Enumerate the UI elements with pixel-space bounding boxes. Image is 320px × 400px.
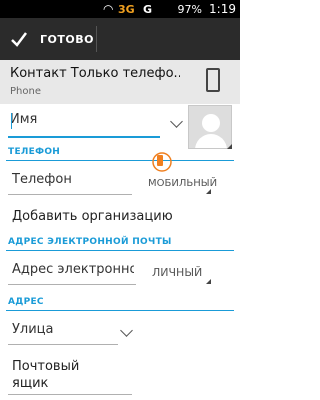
account-title: Контакт Только телефо... <box>10 66 180 81</box>
battery-percent: 97% <box>177 3 202 16</box>
wifi-icon: ◠ <box>103 2 114 16</box>
name-placeholder: Имя <box>10 112 38 127</box>
phone-underline <box>8 194 132 195</box>
phone-section-header: ТЕЛЕФОН <box>8 147 61 157</box>
email-underline <box>8 284 136 285</box>
street-placeholder: Улица <box>12 322 54 337</box>
email-section-divider <box>6 250 234 251</box>
add-organization-button[interactable]: Добавить организацию <box>12 209 173 224</box>
name-expand-chevron-icon[interactable] <box>170 115 183 128</box>
street-underline <box>8 344 118 345</box>
text-cursor <box>11 113 12 129</box>
phone-input[interactable]: Телефон <box>12 172 72 187</box>
network-3g-label: 3G <box>118 3 135 16</box>
account-subtitle: Phone <box>10 86 41 97</box>
address-section-divider <box>6 310 234 311</box>
action-bar-divider <box>96 26 97 52</box>
email-input[interactable]: Адрес электронно <box>12 262 134 277</box>
done-label: ГОТОВО <box>40 32 94 46</box>
pobox-placeholder-line1: Почтовый <box>12 359 80 374</box>
phone-section-divider <box>6 160 234 161</box>
pobox-underline <box>8 394 132 395</box>
network-g-label: G <box>143 3 153 16</box>
email-type-corner <box>206 279 211 284</box>
phone-icon <box>206 68 220 92</box>
check-icon <box>11 32 27 47</box>
contact-photo[interactable] <box>188 105 232 149</box>
street-input[interactable]: Улица <box>12 322 54 337</box>
overlay-watermark-icon <box>152 152 172 172</box>
email-placeholder: Адрес электронно <box>12 262 134 277</box>
email-section-header: АДРЕС ЭЛЕКТРОННОЙ ПОЧТЫ <box>8 237 172 247</box>
photo-corner-indicator <box>227 144 232 149</box>
avatar-body <box>195 134 227 148</box>
email-type-spinner[interactable]: ЛИЧНЫЙ <box>152 266 202 279</box>
phone-type-corner <box>206 189 211 194</box>
action-bar: ГОТОВО <box>0 18 240 60</box>
status-bar: ◠ 3G G 97% 1:19 <box>0 0 240 18</box>
pobox-placeholder-line2: ящик <box>12 376 49 391</box>
address-section-header: АДРЕС <box>8 297 44 307</box>
clock: 1:19 <box>209 2 236 16</box>
phone-placeholder: Телефон <box>12 172 72 187</box>
done-button[interactable]: ГОТОВО <box>0 18 96 60</box>
pobox-input[interactable]: Почтовый ящик <box>12 358 79 392</box>
account-header: Контакт Только телефо... Phone <box>0 60 240 104</box>
avatar-head <box>202 114 220 132</box>
phone-type-spinner[interactable]: МОБИЛЬНЫЙ <box>148 178 217 189</box>
name-underline <box>8 136 160 138</box>
street-expand-chevron-icon[interactable] <box>120 324 133 337</box>
name-input[interactable]: Имя <box>10 112 160 138</box>
